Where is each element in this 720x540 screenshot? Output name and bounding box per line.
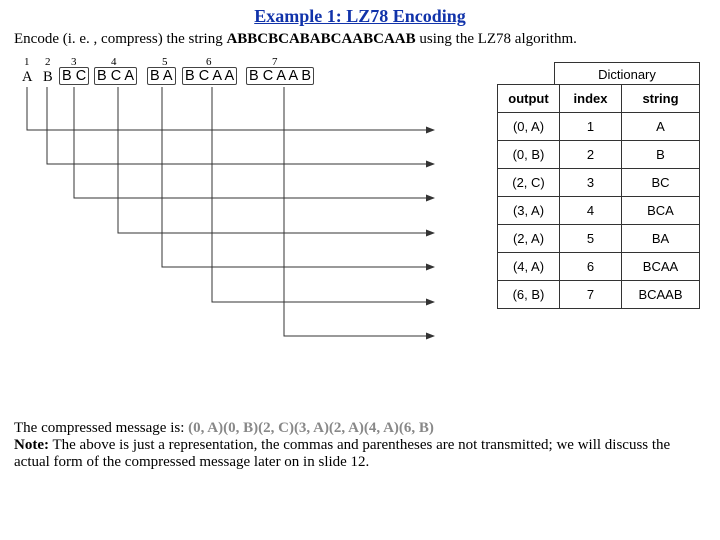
cell-index: 1 (560, 113, 622, 141)
cell-output: (2, C) (498, 169, 560, 197)
compressed-msg-label: The compressed message is: (14, 420, 188, 436)
prompt-string: ABBCBCABABCAABCAAB (226, 31, 415, 47)
col-output: output (498, 85, 560, 113)
cell-index: 5 (560, 225, 622, 253)
dictionary-table: output index string (0, A) 1 A (0, B) 2 … (497, 84, 700, 309)
cell-string: BCAAB (622, 281, 700, 309)
cell-string: BC (622, 169, 700, 197)
cell-output: (0, A) (498, 113, 560, 141)
cell-output: (4, A) (498, 253, 560, 281)
cell-output: (3, A) (498, 197, 560, 225)
note-label: Note: (14, 437, 49, 453)
col-string: string (622, 85, 700, 113)
cell-index: 6 (560, 253, 622, 281)
col-index: index (560, 85, 622, 113)
cell-index: 4 (560, 197, 622, 225)
note-text: The above is just a representation, the … (14, 437, 670, 470)
dictionary-caption: Dictionary (554, 62, 700, 86)
cell-output: (6, B) (498, 281, 560, 309)
lz78-diagram: 1 2 3 4 5 6 7 A B B C B C A B A B C A A … (14, 56, 706, 416)
cell-string: BCA (622, 197, 700, 225)
cell-output: (2, A) (498, 225, 560, 253)
table-row: (0, A) 1 A (498, 113, 700, 141)
table-row: (6, B) 7 BCAAB (498, 281, 700, 309)
table-row: (3, A) 4 BCA (498, 197, 700, 225)
encode-prompt: Encode (i. e. , compress) the string ABB… (0, 27, 720, 50)
table-row: (2, A) 5 BA (498, 225, 700, 253)
cell-string: B (622, 141, 700, 169)
cell-string: BA (622, 225, 700, 253)
cell-index: 2 (560, 141, 622, 169)
cell-string: BCAA (622, 253, 700, 281)
cell-index: 7 (560, 281, 622, 309)
page-title: Example 1: LZ78 Encoding (0, 0, 720, 27)
footer-text: The compressed message is: (0, A)(0, B)(… (0, 416, 720, 471)
compressed-msg-value: (0, A)(0, B)(2, C)(3, A)(2, A)(4, A)(6, … (188, 420, 434, 436)
table-row: (0, B) 2 B (498, 141, 700, 169)
cell-index: 3 (560, 169, 622, 197)
cell-string: A (622, 113, 700, 141)
table-row: (4, A) 6 BCAA (498, 253, 700, 281)
cell-output: (0, B) (498, 141, 560, 169)
prompt-post: using the LZ78 algorithm. (416, 31, 577, 47)
prompt-pre: Encode (i. e. , compress) the string (14, 31, 226, 47)
table-row: (2, C) 3 BC (498, 169, 700, 197)
